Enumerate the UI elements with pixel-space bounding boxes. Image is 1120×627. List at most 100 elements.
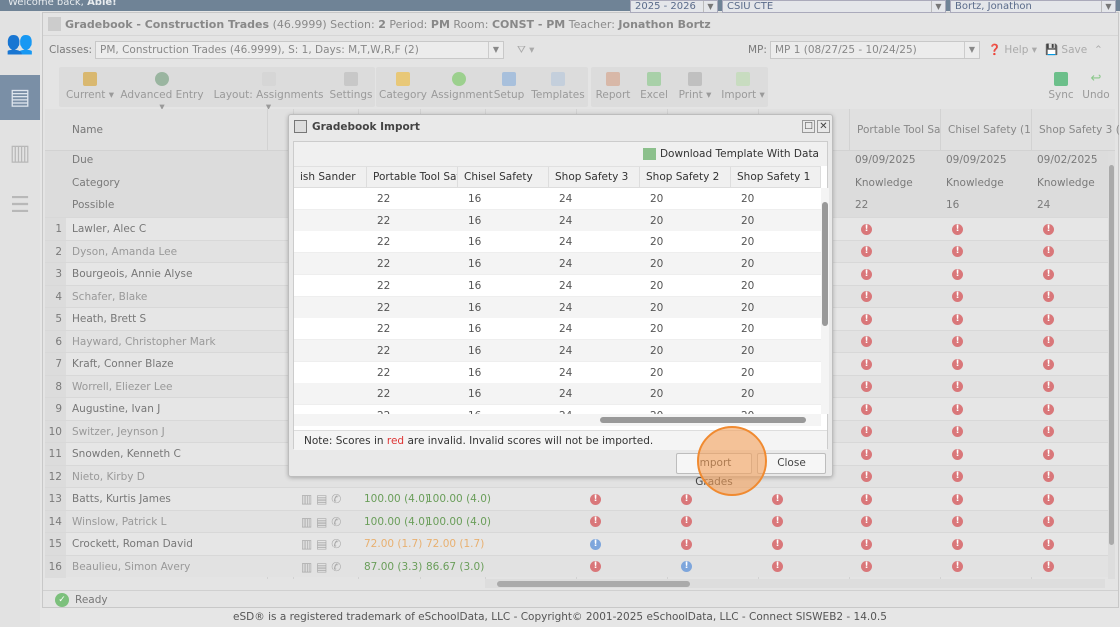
settings-button[interactable]: Settings <box>329 67 373 107</box>
warning-icon[interactable]: ! <box>1037 286 1054 308</box>
student-name[interactable]: Snowden, Kenneth C <box>66 443 181 465</box>
import-column-header[interactable]: ish Sander <box>294 167 367 188</box>
warning-icon[interactable]: ! <box>946 218 963 240</box>
warning-icon[interactable]: ! <box>1037 443 1054 465</box>
column-header-name[interactable]: Name <box>66 119 103 141</box>
warning-icon[interactable]: ! <box>855 263 872 285</box>
table-row[interactable]: 14 Winslow, Patrick L ▥ ▤ ✆ 100.00 (4.0) 100… <box>45 509 1108 533</box>
teacher-select[interactable]: Bortz, Jonathon ▼ <box>950 0 1116 13</box>
student-name[interactable]: Crockett, Roman David <box>66 533 193 555</box>
warning-icon[interactable]: ! <box>766 511 783 533</box>
student-name[interactable]: Hayward, Christopher Mark <box>66 331 216 353</box>
warning-icon[interactable]: ! <box>1037 511 1054 533</box>
horizontal-scrollbar[interactable] <box>294 414 821 426</box>
warning-icon[interactable]: ! <box>766 488 783 510</box>
save-button[interactable]: 💾 Save <box>1045 39 1087 61</box>
student-name[interactable]: Kraft, Conner Blaze <box>66 353 174 375</box>
excel-button[interactable]: Excel <box>635 67 673 107</box>
help-button[interactable]: ❓ Help ▾ <box>988 39 1037 61</box>
report-button[interactable]: Report <box>593 67 633 107</box>
warning-icon[interactable]: ! <box>1037 308 1054 330</box>
warning-icon[interactable]: ! <box>946 443 963 465</box>
warning-icon[interactable]: ! <box>1037 331 1054 353</box>
column-header-assignment[interactable]: Shop Safety 3 ( <box>1033 119 1120 141</box>
warning-icon[interactable]: ! <box>855 421 872 443</box>
undo-button[interactable]: ↩ Undo <box>1081 67 1111 107</box>
warning-icon[interactable]: ! <box>1037 398 1054 420</box>
warning-icon[interactable]: ! <box>1037 421 1054 443</box>
classes-select[interactable]: PM, Construction Trades (46.9999), S: 1,… <box>95 41 504 59</box>
warning-icon[interactable]: ! <box>855 533 872 555</box>
warning-icon[interactable]: ! <box>946 488 963 510</box>
current-button[interactable]: Current ▾ <box>65 67 115 107</box>
warning-icon[interactable]: ! <box>855 376 872 398</box>
warning-icon[interactable]: ! <box>946 308 963 330</box>
warning-icon[interactable]: ! <box>946 241 963 263</box>
warning-icon[interactable]: ! <box>946 398 963 420</box>
warning-icon[interactable]: ! <box>1037 241 1054 263</box>
sync-button[interactable]: Sync <box>1047 67 1075 107</box>
student-name[interactable]: Nieto, Kirby D <box>66 466 145 488</box>
student-name[interactable]: Heath, Brett S <box>66 308 146 330</box>
category-button[interactable]: Category <box>379 67 427 107</box>
maximize-button[interactable]: □ <box>802 120 815 133</box>
warning-icon[interactable]: ! <box>855 308 872 330</box>
warning-icon[interactable]: ! <box>675 556 692 578</box>
close-button[interactable]: Close <box>757 453 826 474</box>
templates-button[interactable]: Templates <box>529 67 587 107</box>
student-name[interactable]: Schafer, Blake <box>66 286 147 308</box>
filter-icon[interactable]: ⛛ ▾ <box>517 39 534 61</box>
import-column-header[interactable]: Portable Tool Safety <box>367 167 458 188</box>
warning-icon[interactable]: ! <box>946 263 963 285</box>
warning-icon[interactable]: ! <box>855 443 872 465</box>
student-name[interactable]: Worrell, Eliezer Lee <box>66 376 173 398</box>
student-name[interactable]: Switzer, Jeynson J <box>66 421 165 443</box>
warning-icon[interactable]: ! <box>1037 556 1054 578</box>
warning-icon[interactable]: ! <box>855 556 872 578</box>
warning-icon[interactable]: ! <box>1037 376 1054 398</box>
student-icons[interactable]: ▥ ▤ ✆ <box>295 511 341 533</box>
warning-icon[interactable]: ! <box>946 421 963 443</box>
warning-icon[interactable]: ! <box>946 556 963 578</box>
student-icons[interactable]: ▥ ▤ ✆ <box>295 556 341 578</box>
sidebar-item-students[interactable]: 👥 <box>0 21 40 66</box>
warning-icon[interactable]: ! <box>855 466 872 488</box>
warning-icon[interactable]: ! <box>946 353 963 375</box>
import-column-header[interactable]: Chisel Safety <box>458 167 549 188</box>
table-row[interactable]: 15 Crockett, Roman David ▥ ▤ ✆ 72.00 (1.7) 7… <box>45 532 1108 555</box>
mp-select[interactable]: MP 1 (08/27/25 - 10/24/25) ▼ <box>770 41 980 59</box>
student-name[interactable]: Bourgeois, Annie Alyse <box>66 263 192 285</box>
warning-icon[interactable]: ! <box>946 331 963 353</box>
warning-icon[interactable]: ! <box>855 488 872 510</box>
warning-icon[interactable]: ! <box>855 511 872 533</box>
close-icon[interactable]: ✕ <box>817 120 830 133</box>
import-column-header[interactable]: Shop Safety 1 <box>731 167 821 188</box>
student-name[interactable]: Lawler, Alec C <box>66 218 146 240</box>
warning-icon[interactable]: ! <box>855 331 872 353</box>
student-name[interactable]: Dyson, Amanda Lee <box>66 241 177 263</box>
print-button[interactable]: Print ▾ <box>673 67 717 107</box>
warning-icon[interactable]: ! <box>855 398 872 420</box>
warning-icon[interactable]: ! <box>946 511 963 533</box>
warning-icon[interactable]: ! <box>855 218 872 240</box>
import-button[interactable]: Import ▾ <box>719 67 767 107</box>
sidebar-item-gradebook[interactable]: ▤ <box>0 75 40 120</box>
horizontal-scrollbar[interactable] <box>485 579 1105 588</box>
warning-icon[interactable]: ! <box>946 466 963 488</box>
vertical-scrollbar[interactable] <box>1108 151 1115 579</box>
warning-icon[interactable]: ! <box>1037 466 1054 488</box>
sidebar-item-reports[interactable]: ▥ <box>0 131 40 176</box>
column-header-assignment[interactable]: Portable Tool Sa <box>851 119 941 141</box>
download-template-link[interactable]: Download Template With Data <box>294 142 827 166</box>
warning-icon[interactable]: ! <box>946 376 963 398</box>
layout-button[interactable]: Layout: Assignments ▾ <box>211 67 326 113</box>
warning-icon[interactable]: ! <box>855 241 872 263</box>
setup-button[interactable]: Setup <box>491 67 527 107</box>
import-column-header[interactable]: Shop Safety 2 <box>640 167 731 188</box>
student-name[interactable]: Batts, Kurtis James <box>66 488 171 510</box>
warning-icon[interactable]: ! <box>1037 488 1054 510</box>
warning-icon[interactable]: ! <box>1037 533 1054 555</box>
warning-icon[interactable]: ! <box>584 533 601 555</box>
sidebar-item-list[interactable]: ☰ <box>0 183 40 228</box>
vertical-scrollbar[interactable] <box>821 188 829 414</box>
